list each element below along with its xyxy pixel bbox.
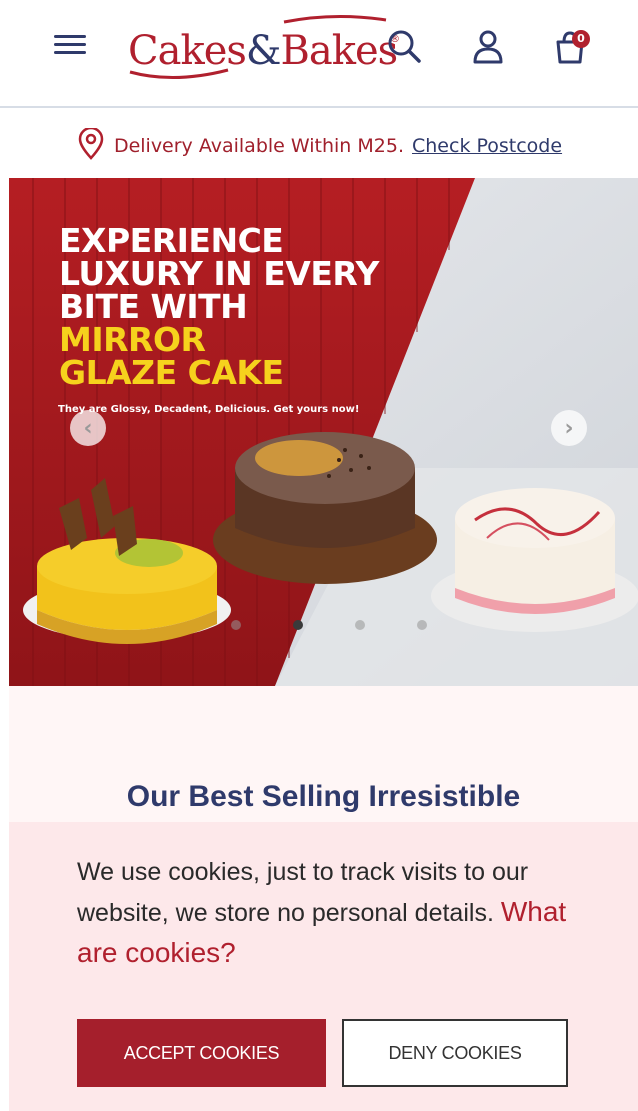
carousel-dot[interactable] [231, 620, 241, 630]
hero-carousel[interactable]: EXPERIENCE LUXURY IN EVERY BITE WITH MIR… [9, 178, 638, 686]
cart-count-badge: 0 [572, 30, 590, 48]
carousel-dot[interactable] [355, 620, 365, 630]
cart-icon[interactable]: 0 [550, 26, 590, 66]
menu-icon[interactable] [54, 30, 90, 60]
user-icon[interactable] [468, 26, 508, 66]
deny-cookies-button[interactable]: DENY COOKIES [342, 1019, 568, 1087]
search-icon[interactable] [384, 26, 424, 66]
hero-highlight-line-1: MIRROR [59, 320, 206, 359]
carousel-dot[interactable] [417, 620, 427, 630]
hero-headline: EXPERIENCE LUXURY IN EVERY BITE WITH MIR… [59, 221, 379, 392]
delivery-bar: Delivery Available Within M25. Check Pos… [0, 118, 638, 174]
location-pin-icon [76, 126, 106, 164]
site-header: Cakes&Bakes ® 0 [0, 0, 638, 108]
carousel-prev-arrow-icon[interactable]: ‹ [70, 410, 106, 446]
carousel-dot-active[interactable] [293, 620, 303, 630]
hero-highlight-line-2: GLAZE CAKE [59, 353, 284, 392]
best-selling-section: Our Best Selling Irresistible [9, 686, 638, 826]
cookie-banner: We use cookies, just to track visits to … [9, 822, 638, 1111]
section-title: Our Best Selling Irresistible [126, 780, 521, 813]
carousel-next-arrow-icon[interactable]: › [551, 410, 587, 446]
cookie-message: We use cookies, just to track visits to … [77, 858, 567, 968]
delivery-text: Delivery Available Within M25. [113, 135, 404, 157]
logo[interactable]: Cakes&Bakes ® [124, 10, 400, 80]
logo-text: Cakes&Bakes [128, 28, 398, 74]
carousel-dots [231, 620, 427, 630]
check-postcode-link[interactable]: Check Postcode [412, 135, 562, 157]
accept-cookies-button[interactable]: ACCEPT COOKIES [77, 1019, 326, 1087]
hero-tagline: They are Glossy, Decadent, Delicious. Ge… [58, 404, 360, 415]
